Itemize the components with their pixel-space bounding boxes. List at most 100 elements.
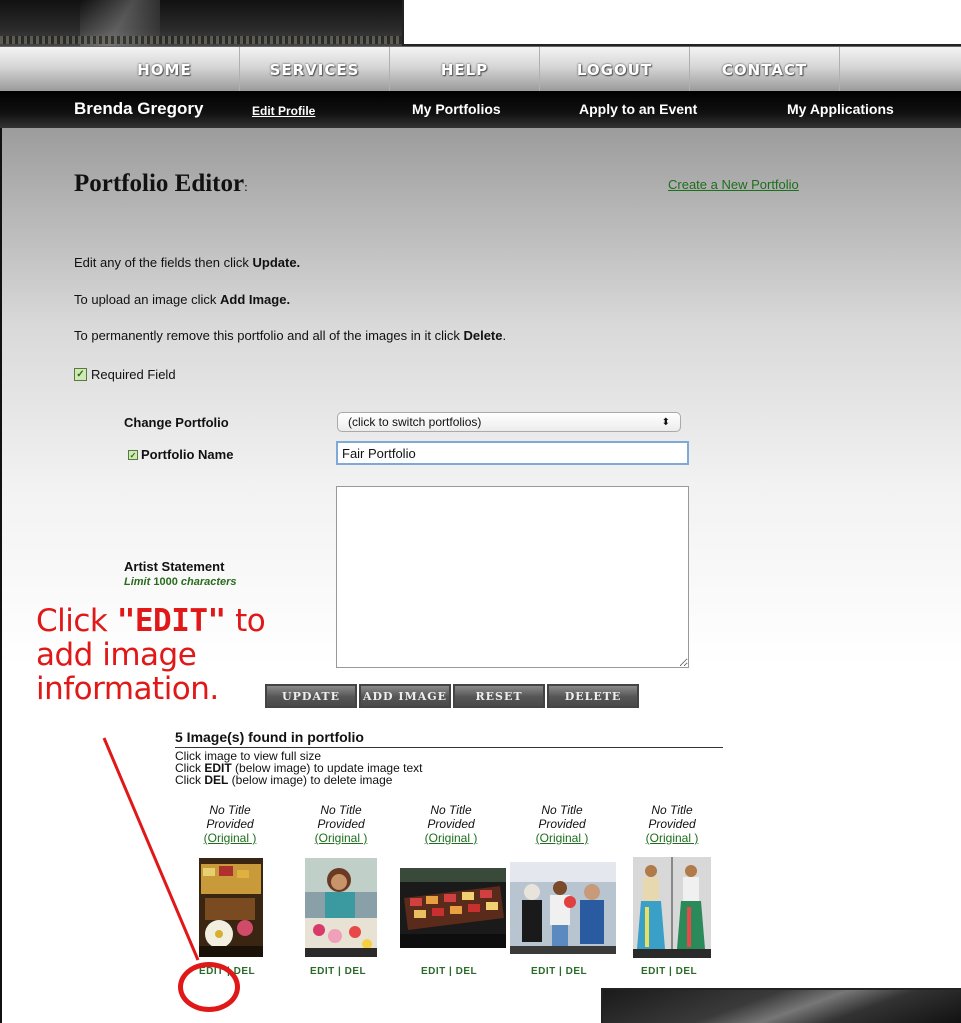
image-thumbnail[interactable] — [510, 862, 616, 954]
limit-number: 1000 — [153, 576, 178, 588]
edit-image-link[interactable]: EDIT — [421, 966, 446, 977]
separator: | — [445, 966, 456, 977]
nav-services[interactable]: SERVICES — [240, 47, 390, 92]
page-title: Portfolio Editor: — [74, 170, 248, 198]
my-applications-link[interactable]: My Applications — [787, 101, 894, 117]
costume-dancers-photo — [633, 857, 711, 958]
image-title-line: No Title — [209, 803, 251, 817]
page-title-text: Portfolio Editor — [74, 170, 245, 197]
image-title-line: Provided — [317, 817, 365, 831]
image-caption: No Title Provided (Original ) — [296, 803, 386, 845]
user-name: Brenda Gregory — [74, 99, 204, 118]
delete-button[interactable]: DELETE — [547, 684, 639, 708]
header-decoration — [0, 0, 402, 48]
required-check-icon: ✓ — [128, 449, 138, 460]
page-title-colon: : — [244, 179, 248, 194]
limit-pre: Limit — [124, 576, 154, 588]
portfolio-name-label-row: ✓ Portfolio Name — [128, 447, 233, 462]
image-title-line: Provided — [206, 817, 254, 831]
nav-logout[interactable]: LOGOUT — [540, 47, 690, 92]
instr-text: To upload an image click — [74, 292, 220, 307]
award-presentation-photo — [510, 862, 616, 954]
instr-text: . — [502, 328, 507, 343]
add-image-button[interactable]: ADD IMAGE — [359, 684, 451, 708]
image-title-line: Provided — [538, 817, 586, 831]
create-portfolio-link[interactable]: Create a New Portfolio — [668, 177, 799, 192]
image-title-line: No Title — [651, 803, 693, 817]
overlapping-window-bottom — [601, 988, 961, 1023]
instr-bold: Delete — [463, 328, 503, 343]
image-title-line: No Title — [541, 803, 583, 817]
annotation-line-1: Click "EDIT" to — [36, 603, 266, 639]
image-thumbnail[interactable] — [633, 857, 711, 958]
instruction-delete: To permanently remove this portfolio and… — [74, 328, 506, 343]
hint-text: (below image) to delete image — [228, 773, 393, 787]
limit-post: characters — [177, 576, 237, 588]
images-found-header: 5 Image(s) found in portfolio — [175, 729, 723, 748]
annotation-circle — [178, 962, 240, 1012]
image-title-line: Provided — [427, 817, 475, 831]
required-legend: ✓ Required Field — [74, 367, 176, 382]
original-image-link[interactable]: (Original ) — [627, 831, 717, 845]
instruction-add-image: To upload an image click Add Image. — [74, 292, 290, 307]
woman-with-flowers-photo — [305, 858, 377, 957]
image-actions: EDIT | DEL — [641, 966, 697, 977]
original-image-link[interactable]: (Original ) — [517, 831, 607, 845]
required-label: Required Field — [91, 367, 176, 382]
annotation-text: to — [225, 603, 266, 639]
edit-image-link[interactable]: EDIT — [531, 966, 556, 977]
flower-display-photo — [199, 858, 263, 957]
delete-image-link[interactable]: DEL — [676, 966, 698, 977]
hint-text: Click — [175, 773, 205, 787]
image-caption: No Title Provided (Original ) — [185, 803, 275, 845]
delete-image-link[interactable]: DEL — [566, 966, 588, 977]
separator: | — [334, 966, 345, 977]
update-button[interactable]: UPDATE — [265, 684, 357, 708]
main-nav: HOME SERVICES HELP LOGOUT CONTACT — [0, 46, 961, 92]
image-actions: EDIT | DEL — [421, 966, 477, 977]
hint-bold: DEL — [204, 773, 229, 787]
image-actions: EDIT | DEL — [531, 966, 587, 977]
nav-home[interactable]: HOME — [90, 47, 240, 92]
delete-image-link[interactable]: DEL — [456, 966, 478, 977]
edit-instruction-annotation: Click "EDIT" to add image information. — [36, 603, 266, 707]
original-image-link[interactable]: (Original ) — [406, 831, 496, 845]
nav-contact[interactable]: CONTACT — [690, 47, 840, 92]
edit-image-link[interactable]: EDIT — [641, 966, 666, 977]
separator: | — [555, 966, 566, 977]
artist-statement-textarea[interactable] — [336, 486, 689, 668]
image-hint-del: Click DEL (below image) to delete image — [175, 774, 392, 786]
required-check-icon: ✓ — [74, 368, 87, 381]
edit-profile-link[interactable]: Edit Profile — [252, 104, 315, 118]
image-caption: No Title Provided (Original ) — [406, 803, 496, 845]
table-display-photo — [400, 868, 506, 948]
apply-event-link[interactable]: Apply to an Event — [579, 101, 697, 117]
my-portfolios-link[interactable]: My Portfolios — [412, 101, 501, 117]
select-arrows-icon: ⬍ — [661, 416, 670, 428]
image-caption: No Title Provided (Original ) — [517, 803, 607, 845]
image-thumbnail[interactable] — [199, 858, 263, 957]
separator: | — [665, 966, 676, 977]
delete-image-link[interactable]: DEL — [345, 966, 367, 977]
instr-text: Edit any of the fields then click — [74, 255, 253, 270]
reset-button[interactable]: RESET — [453, 684, 545, 708]
change-portfolio-label: Change Portfolio — [124, 415, 229, 430]
annotation-line-2: add image — [36, 637, 197, 673]
instr-bold: Update. — [252, 255, 301, 270]
instruction-update: Edit any of the fields then click Update… — [74, 255, 300, 270]
portfolio-select[interactable]: (click to switch portfolios) ⬍ — [337, 412, 681, 432]
portfolio-select-value: (click to switch portfolios) — [348, 415, 482, 429]
portfolio-name-label: Portfolio Name — [141, 447, 234, 462]
form-buttons: UPDATE ADD IMAGE RESET DELETE — [265, 684, 639, 708]
nav-help[interactable]: HELP — [390, 47, 540, 92]
original-image-link[interactable]: (Original ) — [296, 831, 386, 845]
edit-image-link[interactable]: EDIT — [310, 966, 335, 977]
annotation-edit-word: "EDIT" — [116, 603, 226, 639]
portfolio-name-input[interactable] — [336, 441, 689, 465]
image-title-line: No Title — [320, 803, 362, 817]
image-thumbnail[interactable] — [400, 868, 506, 948]
image-caption: No Title Provided (Original ) — [627, 803, 717, 845]
original-image-link[interactable]: (Original ) — [185, 831, 275, 845]
image-thumbnail[interactable] — [305, 858, 377, 957]
annotation-line-3: information. — [36, 671, 219, 707]
